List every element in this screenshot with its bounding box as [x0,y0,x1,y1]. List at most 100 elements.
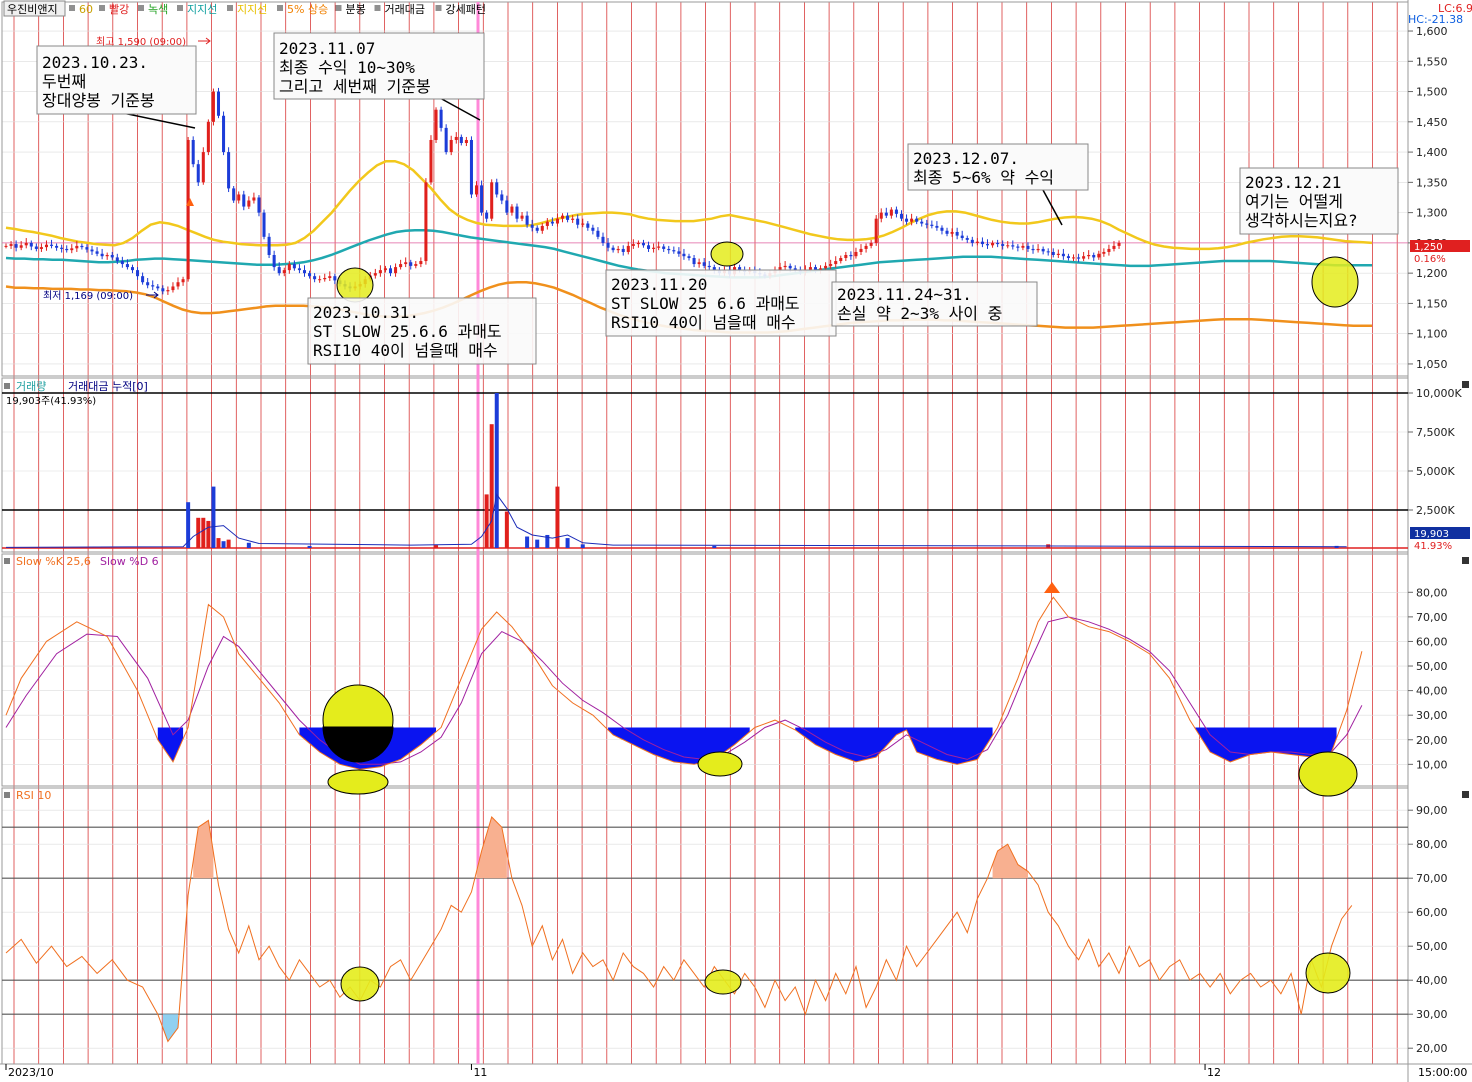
y-tick-label: 1,400 [1416,146,1448,159]
header-item: 5% 상승 [287,3,328,16]
volume-bar [489,424,494,548]
x-tick-label: 12 [1207,1066,1221,1079]
volume-bar [580,544,585,548]
annotation-1023-line1: 2023.10.23. [42,53,148,72]
volume-bar [307,545,312,548]
y-tick-label: 1,600 [1416,25,1448,38]
y-tick-label: 30,00 [1416,709,1448,722]
cumulative-legend-label: 거래대금 누적[0] [68,380,148,393]
header-item: 녹색 [148,3,168,16]
circle-price-1031 [336,267,374,303]
volume-readout: 19,903주(41.93%) [6,396,96,407]
annotation-1221-line1: 2023.12.21 [1245,173,1341,192]
annotation-1207-line1: 2023.12.07. [913,149,1019,168]
volume-bar [221,541,226,548]
hc-readout: HC:-21.38 [1408,13,1463,26]
header-item: 빨강 [109,3,129,16]
candle [186,136,190,282]
circle-stoch-1120 [697,751,743,777]
circle-stoch-1031-bottom [327,769,389,795]
high-label: 최고 1,590 (09:00) [96,36,186,48]
volume-bar [494,393,499,548]
candle [227,147,231,193]
volume-bar [434,545,439,548]
stock-chart[interactable]: 1,600 1,550 1,500 1,450 1,400 1,350 1,300 1,250… [0,0,1472,1082]
candle [480,180,484,216]
time-label: 15:00:00 [1418,1066,1467,1079]
x-tick-label: 2023/10 [8,1066,54,1079]
annotation-1023-line3: 장대양봉 기준봉 [42,91,155,110]
circle-rsi-1031 [340,966,380,1002]
current-price-change: 0.16% [1414,254,1446,265]
annotation-1023-line2: 두번째 [42,72,86,91]
rsi-legend-label: RSI 10 [16,789,51,802]
volume-bar [565,538,570,548]
annotation-1031-line1: 2023.10.31. [313,303,419,322]
y-tick-label: 1,300 [1416,207,1448,220]
candle [262,209,266,240]
candle [232,185,236,203]
y-tick-label: 40,00 [1416,685,1448,698]
circle-rsi-1120 [704,969,742,995]
y-tick-label: 40,00 [1416,974,1448,987]
y-tick-label: 1,550 [1416,55,1448,68]
y-tick-label: 10,00 [1416,758,1448,771]
y-tick-label: 80,00 [1416,586,1448,599]
annotation-1031[interactable]: 2023.10.31. ST SLOW 25.6.6 과매도 RSI10 40이… [307,297,537,365]
y-tick-label: 30,00 [1416,1008,1448,1021]
circle-price-1120 [710,241,744,267]
header-item: 거래대금 [385,3,425,16]
volume-bar [246,542,251,548]
y-tick-label: 1,350 [1416,176,1448,189]
y-tick-label: 1,500 [1416,86,1448,99]
annotation-1107[interactable]: 2023.11.07 최종 수익 10~30% 그리고 세번째 기준봉 [273,32,485,100]
circle-rsi-1221 [1305,952,1351,994]
y-tick-label: 70,00 [1416,872,1448,885]
candle [424,178,428,265]
y-tick-label: 60,00 [1416,906,1448,919]
annotation-1221[interactable]: 2023.12.21 여기는 어떨게 생각하시는지요? [1239,167,1399,235]
header-item: 지지선 [237,3,267,16]
candle [216,87,221,119]
y-tick-label: 10,000K [1416,387,1462,400]
candle [201,147,205,185]
annotation-1221-line3: 생각하시는지요? [1245,211,1358,230]
y-tick-label: 90,00 [1416,804,1448,817]
annotation-1124-line2: 손실 약 2~3% 사이 중 [837,304,1002,323]
y-tick-label: 1,100 [1416,328,1448,341]
annotation-1107-line1: 2023.11.07 [279,39,375,58]
header-item: 분봉 [346,3,366,16]
candle [206,119,210,156]
current-price-value: 1,250 [1414,242,1443,253]
annotation-1120[interactable]: 2023.11.20 ST SLOW 25 6.6 과매도 RSI10 40이 … [605,269,837,337]
candle [267,233,271,259]
annotation-1124[interactable]: 2023.11.24~31. 손실 약 2~3% 사이 중 [831,281,1038,327]
annotation-1120-line3: RSI10 40이 넘을때 매수 [611,313,796,332]
y-tick-label: 7,500K [1416,426,1455,439]
annotation-1023[interactable]: 2023.10.23. 두번째 장대양봉 기준봉 [36,45,197,115]
candle [469,136,473,199]
x-tick-label: 11 [473,1066,487,1079]
header-item: 우진비앤지 [7,3,58,16]
volume-bar [712,545,717,548]
volume-bar [216,538,221,548]
candle [222,111,226,156]
volume-bar [555,486,560,548]
annotation-1207[interactable]: 2023.12.07. 최종 5~6% 약 수익 [907,143,1089,191]
candle [439,106,443,132]
slow-d-legend: Slow %D 6 [100,555,159,568]
header-item: 강세패턴 [446,3,486,16]
y-tick-label: 1,050 [1416,358,1448,371]
y-tick-label: 1,450 [1416,116,1448,129]
candle [434,107,438,144]
annotation-1207-line2: 최종 5~6% 약 수익 [913,168,1054,187]
annotation-1031-line2: ST SLOW 25.6.6 과매도 [313,322,502,341]
y-tick-label: 20,00 [1416,1042,1448,1055]
volume-bar [525,536,530,548]
annotation-1221-line2: 여기는 어떨게 [1245,192,1343,211]
annotation-1107-line2: 최종 수익 10~30% [279,58,415,77]
annotation-1107-line3: 그리고 세번째 기준봉 [279,77,431,96]
candle [444,124,448,155]
candle [874,215,878,246]
candle [191,136,195,168]
